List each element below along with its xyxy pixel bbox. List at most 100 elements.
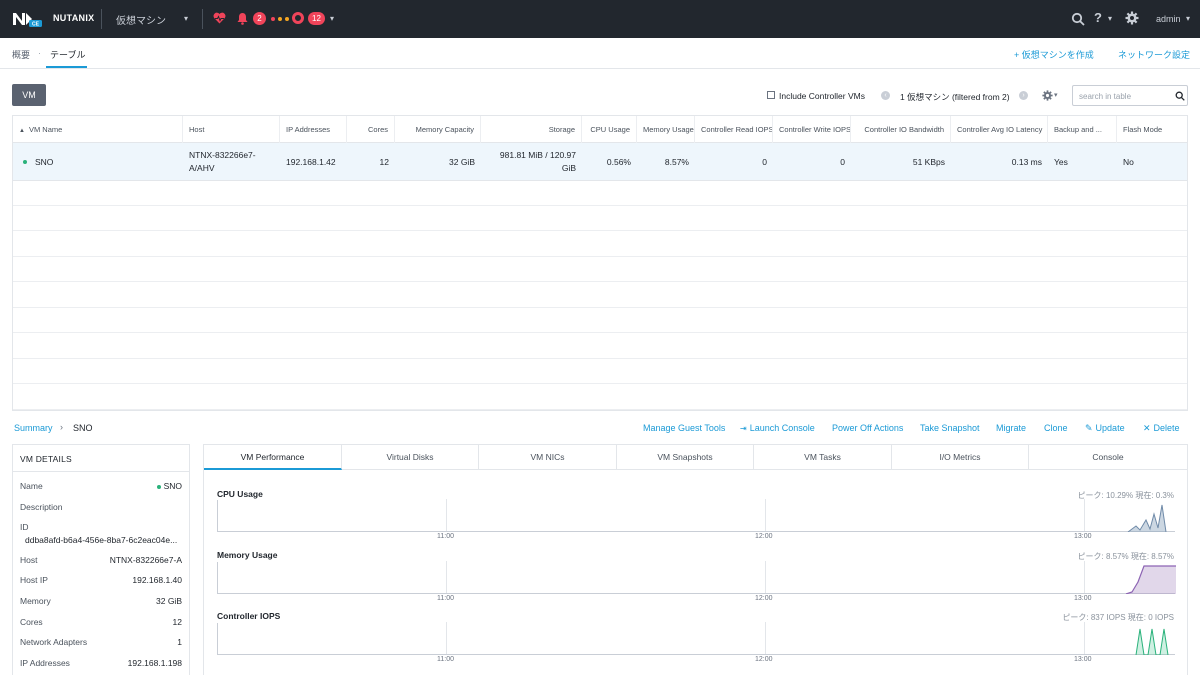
column-header-mem-usage[interactable]: Memory Usage (637, 116, 695, 143)
power-on-status-icon (156, 484, 161, 489)
power-on-status-icon (23, 160, 27, 164)
empty-row (13, 283, 1187, 308)
time-tick-label: 13:00 (1074, 656, 1092, 663)
column-header-flash[interactable]: Flash Mode (1117, 116, 1187, 143)
detail-label-memory: Memory (20, 596, 51, 606)
next-page-icon[interactable]: › (1019, 91, 1028, 100)
controller-iops-series (1135, 628, 1169, 655)
status-dot-orange (278, 17, 282, 21)
detail-label-description: Description (20, 502, 63, 512)
detail-value-id: ddba8afd-b6a4-456e-8ba7-6c2eac04e... (25, 535, 178, 545)
take-snapshot-link[interactable]: Take Snapshot (920, 423, 980, 433)
tab-virtual-disks[interactable]: Virtual Disks (342, 445, 479, 470)
vm-button[interactable]: VM (12, 84, 46, 106)
column-header-host[interactable]: Host (183, 116, 280, 143)
table-row[interactable]: SNO NTNX-832266e7-A/AHV 192.168.1.42 12 … (13, 143, 1187, 181)
search-icon[interactable] (1071, 12, 1085, 26)
chevron-down-icon[interactable]: ▾ (1108, 14, 1112, 23)
cell-read-iops: 0 (762, 156, 767, 167)
chevron-down-icon[interactable]: ▾ (1054, 91, 1058, 99)
alerts-bell-icon[interactable] (237, 12, 248, 25)
prev-page-icon[interactable]: ‹ (881, 91, 890, 100)
tab-vm-snapshots[interactable]: VM Snapshots (617, 445, 754, 470)
tab-vm-tasks[interactable]: VM Tasks (754, 445, 892, 470)
nutanix-logo[interactable]: CE (12, 11, 42, 27)
migrate-link[interactable]: Migrate (996, 423, 1026, 433)
manage-guest-tools-link[interactable]: Manage Guest Tools (643, 423, 725, 433)
clone-link[interactable]: Clone (1044, 423, 1068, 433)
pencil-icon: ✎ (1085, 423, 1093, 433)
help-icon[interactable]: ? (1094, 10, 1102, 25)
column-header-cpu[interactable]: CPU Usage (582, 116, 637, 143)
detail-label-network-adapters: Network Adapters (20, 637, 88, 647)
user-menu[interactable]: admin (1156, 14, 1181, 24)
column-header-bandwidth[interactable]: Controller IO Bandwidth (851, 116, 951, 143)
detail-value-network-adapters: 1 (177, 637, 182, 647)
tab-table[interactable]: テーブル (50, 48, 85, 61)
tab-console[interactable]: Console (1029, 445, 1187, 470)
empty-row (13, 257, 1187, 282)
search-icon[interactable] (1175, 91, 1185, 101)
chevron-down-icon[interactable]: ▾ (184, 14, 188, 23)
column-header-memory[interactable]: Memory Capacity (395, 116, 481, 143)
column-header-storage[interactable]: Storage (481, 116, 582, 143)
table-header-row: ▲ VM Name Host IP Addresses Cores Memory … (13, 116, 1187, 143)
tab-overview[interactable]: 概要 (12, 48, 30, 61)
tab-vm-performance[interactable]: VM Performance (204, 445, 342, 470)
cell-ip: 192.168.1.42 (286, 156, 336, 167)
empty-row (13, 385, 1187, 410)
detail-label-ip-addresses: IP Addresses (20, 658, 70, 668)
detail-label-host: Host (20, 555, 38, 565)
breadcrumb-summary[interactable]: Summary (14, 423, 53, 433)
include-controller-checkbox[interactable] (767, 91, 775, 99)
time-tick-label: 13:00 (1074, 595, 1092, 602)
chart-title-cpu: CPU Usage (217, 489, 263, 499)
column-header-write-iops[interactable]: Controller Write IOPS (773, 116, 851, 143)
cpu-usage-chart (217, 499, 1175, 532)
entity-menu[interactable]: 仮想マシン (116, 12, 166, 27)
time-tick-label: 11:00 (437, 656, 454, 663)
health-heart-icon[interactable] (213, 12, 226, 24)
column-header-vm-name[interactable]: ▲ VM Name (13, 116, 183, 143)
cell-memory: 32 GiB (449, 156, 475, 167)
tab-vm-nics[interactable]: VM NICs (479, 445, 617, 470)
memory-usage-series (1125, 565, 1176, 594)
table-search[interactable] (1072, 85, 1188, 106)
vm-table: ▲ VM Name Host IP Addresses Cores Memory … (12, 115, 1188, 411)
memory-usage-chart (217, 561, 1176, 594)
cell-flash: No (1123, 156, 1134, 167)
chevron-down-icon[interactable]: ▾ (1186, 14, 1190, 23)
divider (13, 471, 189, 472)
launch-console-link[interactable]: ⇥ Launch Console (740, 423, 815, 433)
table-settings-gear-icon[interactable] (1042, 90, 1053, 101)
table-search-input[interactable] (1079, 89, 1171, 103)
column-header-latency[interactable]: Controller Avg IO Latency (951, 116, 1048, 143)
column-header-cores[interactable]: Cores (347, 116, 395, 143)
power-off-actions-link[interactable]: Power Off Actions (832, 423, 903, 433)
detail-value-ip-addresses: 192.168.1.198 (127, 658, 182, 668)
alerts-count-badge[interactable]: 2 (253, 12, 266, 25)
network-settings-link[interactable]: ネットワーク設定 (1118, 48, 1190, 61)
time-tick-label: 12:00 (755, 595, 773, 602)
tasks-count-badge[interactable]: 12 (308, 12, 325, 25)
detail-value-cores: 12 (172, 617, 182, 627)
vm-performance-panel: VM Performance Virtual Disks VM NICs VM … (203, 444, 1188, 675)
tasks-ring-icon[interactable] (292, 12, 304, 24)
empty-row (13, 232, 1187, 257)
tab-io-metrics[interactable]: I/O Metrics (892, 445, 1029, 470)
update-link[interactable]: ✎ Update (1085, 423, 1125, 434)
detail-tabs: VM Performance Virtual Disks VM NICs VM … (204, 445, 1187, 470)
column-header-backup[interactable]: Backup and ... (1048, 116, 1117, 143)
column-header-read-iops[interactable]: Controller Read IOPS (695, 116, 773, 143)
delete-link[interactable]: ✕ Delete (1143, 423, 1180, 434)
sub-navigation: 概要 · テーブル + 仮想マシンを作成 ネットワーク設定 (0, 38, 1200, 69)
include-controller-label[interactable]: Include Controller VMs (779, 91, 865, 101)
column-header-ip[interactable]: IP Addresses (280, 116, 347, 143)
cell-storage: 981.81 MiB / 120.97 GiB (499, 150, 576, 173)
sort-asc-icon[interactable]: ▲ (19, 128, 25, 134)
settings-gear-icon[interactable] (1125, 11, 1139, 25)
create-vm-link[interactable]: + 仮想マシンを作成 (1014, 48, 1094, 61)
cpu-usage-series (1127, 504, 1167, 532)
chevron-down-icon[interactable]: ▾ (330, 14, 334, 23)
detail-value-memory: 32 GiB (156, 596, 182, 606)
